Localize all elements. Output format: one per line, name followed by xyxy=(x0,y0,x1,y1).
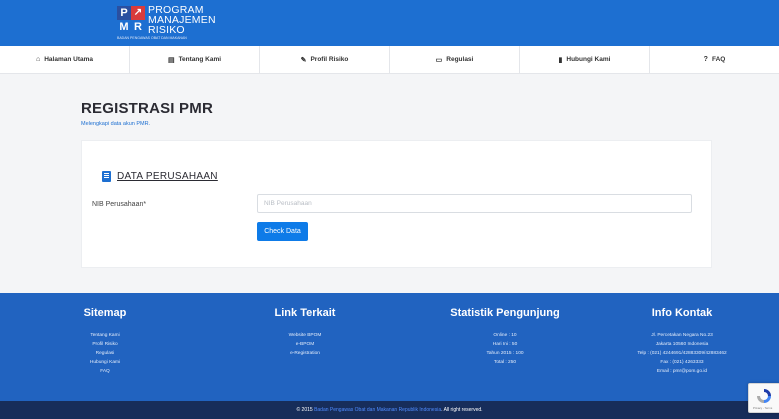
logo-letter-p: P xyxy=(117,6,131,20)
contact-item[interactable]: Email : pmr@pom.go.id xyxy=(612,367,752,376)
home-icon: ⌂ xyxy=(35,56,41,63)
copyright-org-link[interactable]: Badan Pengawas Obat dan Makanan Republik… xyxy=(314,407,441,413)
top-banner: P ↗ M R PROGRAM MANAJEMEN RISIKO BADAN P… xyxy=(0,0,779,46)
nav-label: FAQ xyxy=(711,56,726,63)
nav-label: Profil Risiko xyxy=(310,56,349,63)
footer-link[interactable]: e-Registration xyxy=(250,349,360,358)
footer-link[interactable]: Website BPOM xyxy=(250,331,360,340)
footer-heading: Link Terkait xyxy=(274,307,336,319)
nav-item-hubungi-kami[interactable]: ▮ Hubungi Kami xyxy=(520,46,650,73)
nav-item-tentang-kami[interactable]: ▤ Tentang Kami xyxy=(130,46,260,73)
contact-item: Fax : (021) 4263333 xyxy=(660,360,704,365)
footer-link[interactable]: Profil Risiko xyxy=(60,340,150,349)
edit-icon: ✎ xyxy=(300,56,307,64)
footer-link[interactable]: e-BPOM xyxy=(250,340,360,349)
pmr-logo[interactable]: P ↗ M R PROGRAM MANAJEMEN RISIKO BADAN P… xyxy=(117,5,237,42)
footer-link-terkait: Link Terkait Website BPOM e-BPOM e-Regis… xyxy=(250,307,360,358)
footer-link[interactable]: Regulasi xyxy=(60,349,150,358)
recaptcha-text: Privacy - Terms xyxy=(753,406,773,410)
footer-sitemap: Sitemap Tentang Kami Profil Risiko Regul… xyxy=(60,307,150,376)
copyright-year: © 2015 xyxy=(296,407,313,413)
book-icon: ▮ xyxy=(558,56,563,64)
contact-item: Telp : (021) 4244691/42883309/42883462 xyxy=(637,351,727,356)
id-card-icon: ▤ xyxy=(167,56,175,64)
footer-link[interactable]: FAQ xyxy=(60,367,150,376)
logo-tagline: BADAN PENGAWAS OBAT DAN MAKANAN xyxy=(117,36,187,40)
main-nav: ⌂ Halaman Utama ▤ Tentang Kami ✎ Profil … xyxy=(0,46,779,74)
page-subtitle: Melengkapi data akun PMR. xyxy=(81,121,151,127)
logo-letter-m: M xyxy=(119,21,129,33)
section-header: DATA PERUSAHAAN xyxy=(102,171,218,182)
nav-item-profil-risiko[interactable]: ✎ Profil Risiko xyxy=(260,46,390,73)
nav-item-regulasi[interactable]: ▭ Regulasi xyxy=(390,46,520,73)
contact-item: Jakarta 10560 Indonesia xyxy=(655,342,709,347)
footer-statistik: Statistik Pengunjung Online : 10 Hari In… xyxy=(420,307,590,367)
logo-arrow-icon: ↗ xyxy=(131,6,145,20)
nib-label: NIB Perusahaan* xyxy=(92,201,147,208)
nav-item-faq[interactable]: ? FAQ xyxy=(650,46,779,73)
logo-line-3: RISIKO xyxy=(148,24,185,36)
question-icon: ? xyxy=(703,56,708,63)
stat-item: Tahun 2015 : 100 xyxy=(486,351,524,356)
recaptcha-icon xyxy=(757,389,771,403)
nav-item-halaman-utama[interactable]: ⌂ Halaman Utama xyxy=(0,46,130,73)
logo-text: PROGRAM MANAJEMEN RISIKO xyxy=(148,5,216,36)
nav-label: Hubungi Kami xyxy=(566,56,611,63)
monitor-icon: ▭ xyxy=(435,56,443,64)
check-data-button[interactable]: Check Data xyxy=(257,222,308,241)
copyright-suffix: . All right reserved. xyxy=(441,407,483,413)
copyright-bar: © 2015 Badan Pengawas Obat dan Makanan R… xyxy=(0,401,779,419)
recaptcha-badge[interactable]: Privacy - Terms xyxy=(748,383,779,413)
footer-heading: Sitemap xyxy=(83,307,127,319)
page-title: REGISTRASI PMR xyxy=(81,100,213,117)
section-title: DATA PERUSAHAAN xyxy=(117,171,218,182)
logo-letter-r: R xyxy=(134,21,142,33)
nib-input[interactable] xyxy=(257,194,692,213)
nav-label: Tentang Kami xyxy=(178,56,222,63)
contact-item: Jl. Percetakan Negara No.23 xyxy=(651,333,713,338)
registration-card: DATA PERUSAHAAN NIB Perusahaan* Check Da… xyxy=(81,140,712,268)
building-icon xyxy=(102,171,111,182)
stat-item: Total : 250 xyxy=(493,360,517,365)
stat-item: Hari Ini : 50 xyxy=(492,342,518,347)
footer-heading: Info Kontak xyxy=(651,307,713,319)
nav-label: Regulasi xyxy=(446,56,474,63)
footer-heading: Statistik Pengunjung xyxy=(450,307,560,319)
footer: Sitemap Tentang Kami Profil Risiko Regul… xyxy=(0,293,779,401)
footer-link[interactable]: Tentang Kami xyxy=(60,331,150,340)
nav-label: Halaman Utama xyxy=(44,56,93,63)
stat-item: Online : 10 xyxy=(493,333,517,338)
footer-link[interactable]: Hubungi Kami xyxy=(60,358,150,367)
footer-info-kontak: Info Kontak Jl. Percetakan Negara No.23 … xyxy=(612,307,752,376)
